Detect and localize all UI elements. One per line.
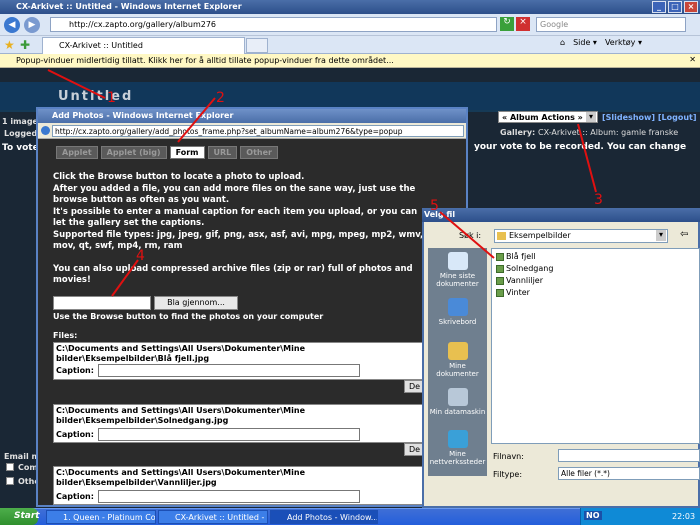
- annotation-number: 1: [107, 90, 116, 106]
- arrow-3: [577, 123, 597, 193]
- arrow-4: [111, 259, 139, 297]
- annotation-layer: [47, 69, 597, 297]
- annotation-arrows: [47, 69, 597, 297]
- annotation-number: 5: [430, 198, 439, 214]
- arrow-1: [47, 69, 106, 99]
- annotation-number: 4: [136, 248, 145, 264]
- arrow-2: [177, 97, 216, 143]
- annotation-number: 2: [216, 90, 225, 106]
- arrow-5: [439, 211, 495, 259]
- annotation-number: 3: [594, 192, 603, 208]
